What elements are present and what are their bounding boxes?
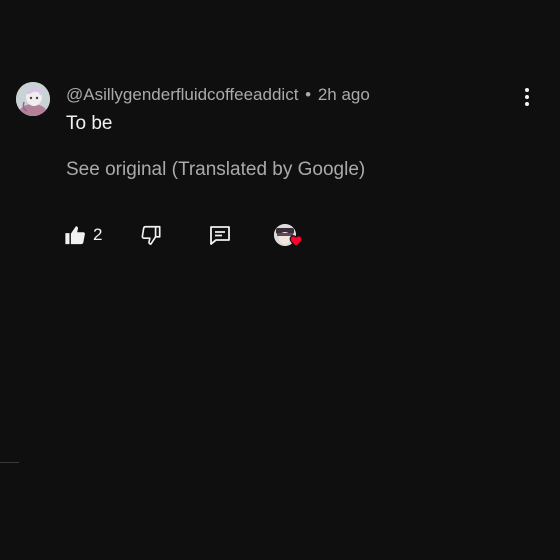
avatar[interactable] (16, 82, 50, 116)
thumb-up-icon (65, 226, 85, 245)
like-button[interactable]: 2 (64, 220, 102, 250)
divider (0, 462, 19, 463)
meta-separator: • (305, 85, 312, 104)
more-vert-icon (516, 88, 538, 106)
like-count: 2 (93, 225, 103, 244)
creator-heart-icon (289, 235, 303, 248)
more-options-button[interactable] (516, 86, 538, 110)
dislike-button[interactable] (140, 220, 162, 250)
comment-actions: 2 (62, 220, 322, 250)
thumb-down-icon (141, 225, 161, 245)
comment-meta: @Asillygenderfluidcoffeeaddict • 2h ago (66, 85, 370, 105)
creator-heart-badge[interactable] (274, 220, 306, 250)
comment-icon (210, 226, 230, 245)
reply-button[interactable] (208, 220, 232, 250)
author-handle[interactable]: @Asillygenderfluidcoffeeaddict (66, 85, 298, 104)
user-avatar-icon (16, 82, 50, 116)
page: @Asillygenderfluidcoffeeaddict • 2h ago … (0, 0, 560, 560)
comment-timestamp[interactable]: 2h ago (318, 85, 370, 104)
comment-text: To be (66, 113, 113, 134)
see-original-link[interactable]: See original (Translated by Google) (66, 159, 365, 181)
